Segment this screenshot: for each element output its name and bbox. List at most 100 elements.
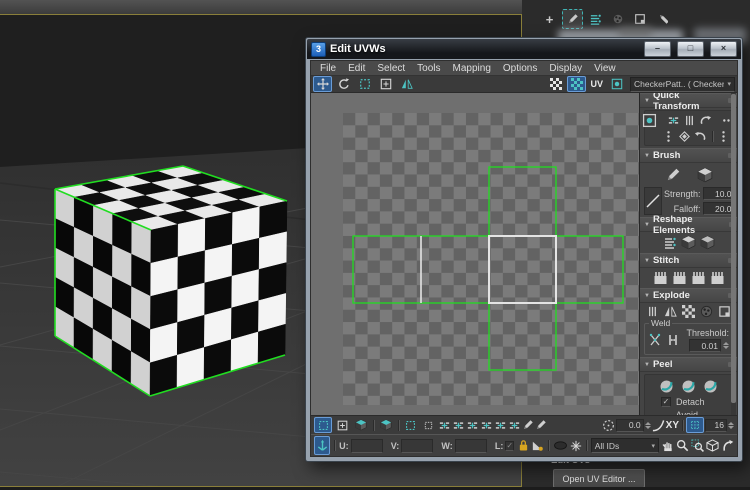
rollout-quick-transform[interactable]: ▼ Quick Transform bbox=[640, 93, 737, 112]
open-uv-editor-button[interactable]: Open UV Editor ... bbox=[553, 469, 645, 488]
fill-mode-icon[interactable] bbox=[531, 439, 544, 452]
zoom-icon[interactable] bbox=[676, 439, 689, 452]
rectangularize-icon[interactable] bbox=[700, 235, 715, 250]
menu-view[interactable]: View bbox=[588, 63, 622, 74]
rollout-reshape-elements[interactable]: ▼ Reshape Elements bbox=[640, 214, 737, 236]
rotate-cw-icon[interactable] bbox=[694, 130, 707, 143]
zoom-extents-icon[interactable] bbox=[706, 439, 719, 452]
align-tools-icon-3[interactable] bbox=[466, 419, 479, 432]
pattern-options-icon[interactable] bbox=[607, 76, 626, 92]
menu-tools[interactable]: Tools bbox=[411, 63, 446, 74]
vertex-mode-button[interactable] bbox=[314, 417, 332, 433]
detach-checkbox[interactable]: ✓ bbox=[661, 397, 671, 407]
weld-selected-icon[interactable] bbox=[648, 333, 662, 347]
grid-snap-button[interactable] bbox=[686, 417, 704, 433]
grow-selection-button[interactable] bbox=[402, 417, 419, 433]
straighten-element-icon[interactable] bbox=[681, 235, 696, 250]
create-tab-icon[interactable]: + bbox=[540, 10, 559, 28]
peel-reset-icon[interactable] bbox=[703, 379, 718, 394]
pan-hand-icon[interactable] bbox=[661, 439, 674, 452]
stitch-custom-icon[interactable] bbox=[653, 271, 668, 285]
xy-space-button[interactable]: XY bbox=[666, 420, 679, 431]
relax-rows-icon[interactable] bbox=[663, 236, 677, 250]
u-field[interactable] bbox=[350, 438, 383, 453]
hierarchy-tab-icon[interactable] bbox=[586, 10, 605, 28]
falloff-curve-icon[interactable] bbox=[652, 419, 665, 432]
panel-scrollbar[interactable] bbox=[731, 93, 736, 415]
uv-editor-canvas[interactable] bbox=[311, 93, 640, 415]
stitch-to-target-icon[interactable] bbox=[672, 271, 687, 285]
uv-shell-overlay[interactable] bbox=[311, 93, 639, 415]
material-id-dropdown[interactable]: All IDs ▾ bbox=[590, 438, 660, 453]
scrollbar-thumb[interactable] bbox=[731, 94, 736, 404]
soft-selection-spinner[interactable] bbox=[644, 421, 651, 429]
align-tools-icon-6[interactable] bbox=[508, 419, 521, 432]
stitch-to-source-icon[interactable] bbox=[710, 271, 725, 285]
paint-move-brush-icon[interactable] bbox=[665, 167, 681, 183]
flatten-by-smoothing-icon[interactable] bbox=[682, 305, 695, 318]
mirror-tool-button[interactable] bbox=[397, 76, 416, 92]
v-field[interactable] bbox=[401, 438, 434, 453]
modify-tab-icon[interactable] bbox=[562, 9, 583, 29]
detach-edge-verts-icon[interactable] bbox=[664, 305, 677, 318]
soft-selection-value-field[interactable]: 0.0 bbox=[615, 418, 644, 432]
preview-ellipse-icon[interactable] bbox=[553, 440, 568, 451]
align-dots-vertical-icon[interactable] bbox=[717, 130, 730, 143]
rollout-peel[interactable]: ▼ Peel bbox=[640, 357, 737, 372]
soft-selection-icon[interactable] bbox=[602, 419, 615, 432]
align-tools-icon-5[interactable] bbox=[494, 419, 507, 432]
peel-mode-icon[interactable] bbox=[681, 379, 696, 394]
threshold-field[interactable]: 0.01 bbox=[689, 339, 721, 352]
maximize-button[interactable]: □ bbox=[677, 41, 704, 57]
pen-tool-icon-1[interactable] bbox=[522, 419, 534, 431]
flatten-by-material-icon[interactable] bbox=[700, 305, 713, 318]
grid-size-field[interactable]: 16 bbox=[705, 418, 727, 432]
align-vertical-icon[interactable] bbox=[662, 130, 675, 143]
align-horizontal-icon[interactable] bbox=[667, 114, 680, 127]
zoom-to-gizmo-icon[interactable] bbox=[721, 439, 734, 452]
shrink-selection-button[interactable] bbox=[420, 417, 437, 433]
rollout-explode[interactable]: ▼ Explode bbox=[640, 288, 737, 303]
freeze-icon[interactable] bbox=[570, 440, 582, 452]
menu-display[interactable]: Display bbox=[543, 63, 588, 74]
utilities-tab-icon[interactable] bbox=[652, 10, 671, 28]
close-button[interactable]: × bbox=[710, 41, 737, 57]
uv-selected-face-outline[interactable] bbox=[488, 235, 557, 304]
quick-peel-icon[interactable] bbox=[659, 379, 674, 394]
flatten-by-face-icon[interactable] bbox=[718, 305, 731, 318]
falloff-curve-preview[interactable] bbox=[644, 187, 662, 215]
linear-align-icon[interactable] bbox=[678, 130, 691, 143]
menu-edit[interactable]: Edit bbox=[342, 63, 371, 74]
rotate-ccw-icon[interactable] bbox=[699, 114, 712, 127]
stitch-to-average-icon[interactable] bbox=[691, 271, 706, 285]
texture-selector-dropdown[interactable]: CheckerPatt.. ( Checker ) ▾ bbox=[630, 76, 735, 92]
move-tool-button[interactable] bbox=[313, 76, 332, 92]
face-mode-button[interactable] bbox=[352, 417, 370, 433]
pen-tool-icon-2[interactable] bbox=[535, 419, 547, 431]
rollout-stitch[interactable]: ▼ Stitch bbox=[640, 253, 737, 268]
align-tools-icon-2[interactable] bbox=[452, 419, 465, 432]
uv-space-button[interactable]: UV bbox=[588, 79, 605, 89]
show-checker-tiling-toggle[interactable] bbox=[567, 76, 587, 92]
w-field[interactable] bbox=[454, 438, 487, 453]
menu-select[interactable]: Select bbox=[371, 63, 411, 74]
break-icon[interactable] bbox=[646, 305, 659, 318]
rollout-brush[interactable]: ▼ Brush bbox=[640, 148, 737, 163]
threshold-spinner[interactable] bbox=[723, 342, 729, 349]
window-titlebar[interactable]: 3 Edit UVWs – □ × bbox=[307, 39, 741, 59]
element-mode-button[interactable] bbox=[377, 417, 395, 433]
menu-file[interactable]: File bbox=[314, 63, 342, 74]
space-vertical-icon[interactable] bbox=[683, 114, 696, 127]
grid-size-spinner[interactable] bbox=[728, 421, 734, 429]
scale-tool-button[interactable] bbox=[355, 76, 374, 92]
snap-settings-icon[interactable] bbox=[642, 113, 657, 128]
rotate-tool-button[interactable] bbox=[334, 76, 353, 92]
lock-selection-icon[interactable] bbox=[518, 439, 529, 452]
menu-options[interactable]: Options bbox=[497, 63, 543, 74]
lock-checkbox[interactable]: ✓ bbox=[505, 440, 515, 451]
uv-top-face-outline[interactable] bbox=[488, 166, 557, 237]
menu-mapping[interactable]: Mapping bbox=[447, 63, 497, 74]
absolute-mode-button[interactable] bbox=[314, 436, 331, 455]
strength-field[interactable]: 10.0 bbox=[702, 187, 735, 200]
uv-bottom-face-outline[interactable] bbox=[488, 302, 557, 371]
